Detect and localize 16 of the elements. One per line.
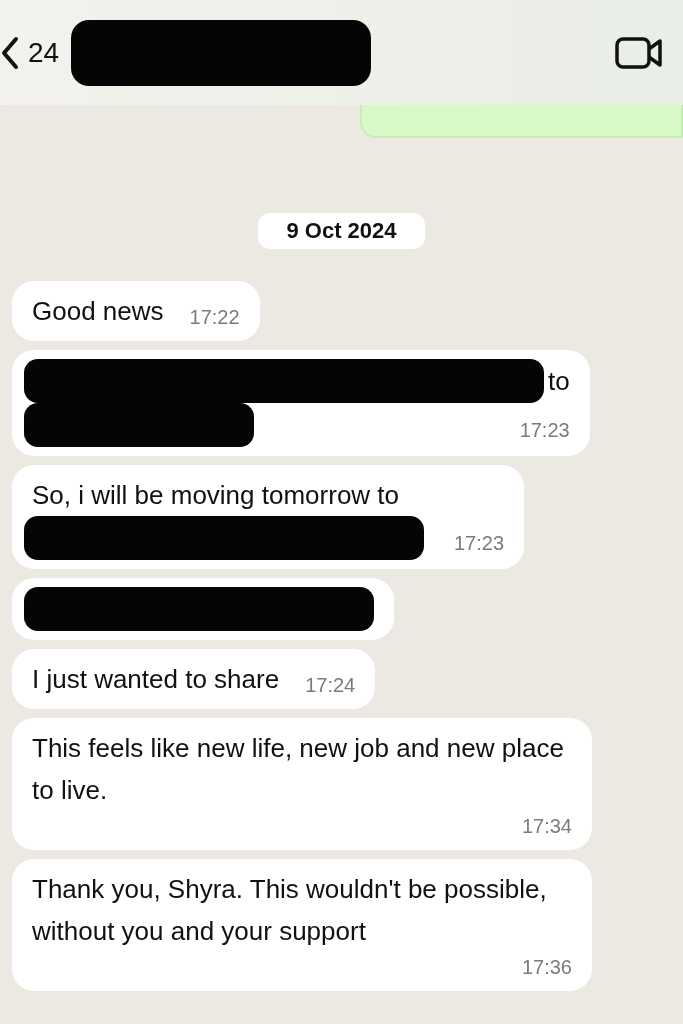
message-text: I just wanted to share [32,663,280,696]
video-call-icon[interactable] [615,34,663,71]
date-divider: 9 Oct 2024 [258,213,425,249]
message-time: 17:34 [520,814,572,839]
message-text: Good news [32,295,164,328]
back-chevron-icon [0,34,20,71]
message-time: 17:36 [520,955,572,980]
message-time: 17:23 [518,418,570,443]
message-text: So, i will be moving tomorrow to [32,479,400,512]
message-time: 17:23 [453,531,505,556]
message-text: This feels like new life, new job and new place to live. [32,732,565,807]
message-time: 17:22 [188,305,240,330]
message-text: to [548,365,570,398]
message-time: 17:24 [304,673,356,698]
back-button[interactable]: 24 [0,31,60,74]
message-text: Thank you, Shyra. This wouldn't be possible, without you and your support [32,873,548,948]
